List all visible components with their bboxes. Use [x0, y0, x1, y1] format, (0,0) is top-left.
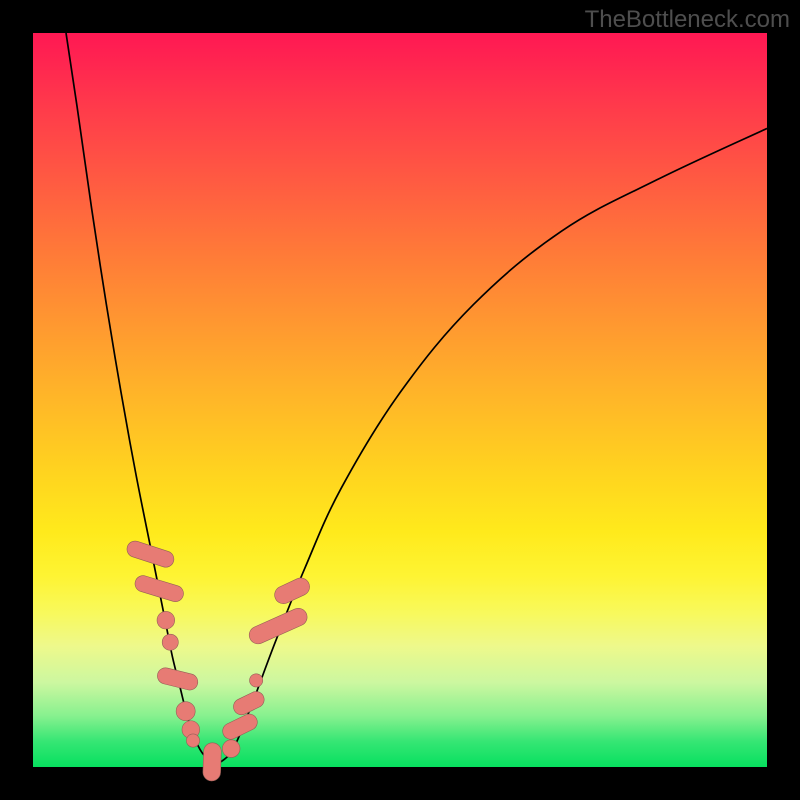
- chart-markers: [125, 539, 313, 781]
- chart-marker: [272, 575, 313, 606]
- chart-marker: [222, 740, 240, 758]
- chart-marker: [186, 734, 199, 747]
- chart-frame: TheBottleneck.com: [0, 0, 800, 800]
- chart-marker: [246, 605, 309, 646]
- chart-marker: [220, 711, 260, 742]
- chart-svg: [33, 33, 767, 767]
- chart-marker: [156, 666, 200, 692]
- chart-marker: [133, 574, 185, 604]
- chart-marker: [162, 634, 178, 650]
- chart-marker: [157, 611, 175, 629]
- bottleneck-curve: [66, 33, 767, 763]
- plot-area: [33, 33, 767, 767]
- chart-marker: [203, 742, 222, 781]
- chart-marker: [250, 674, 263, 687]
- watermark-text: TheBottleneck.com: [585, 6, 790, 34]
- chart-marker: [176, 702, 195, 721]
